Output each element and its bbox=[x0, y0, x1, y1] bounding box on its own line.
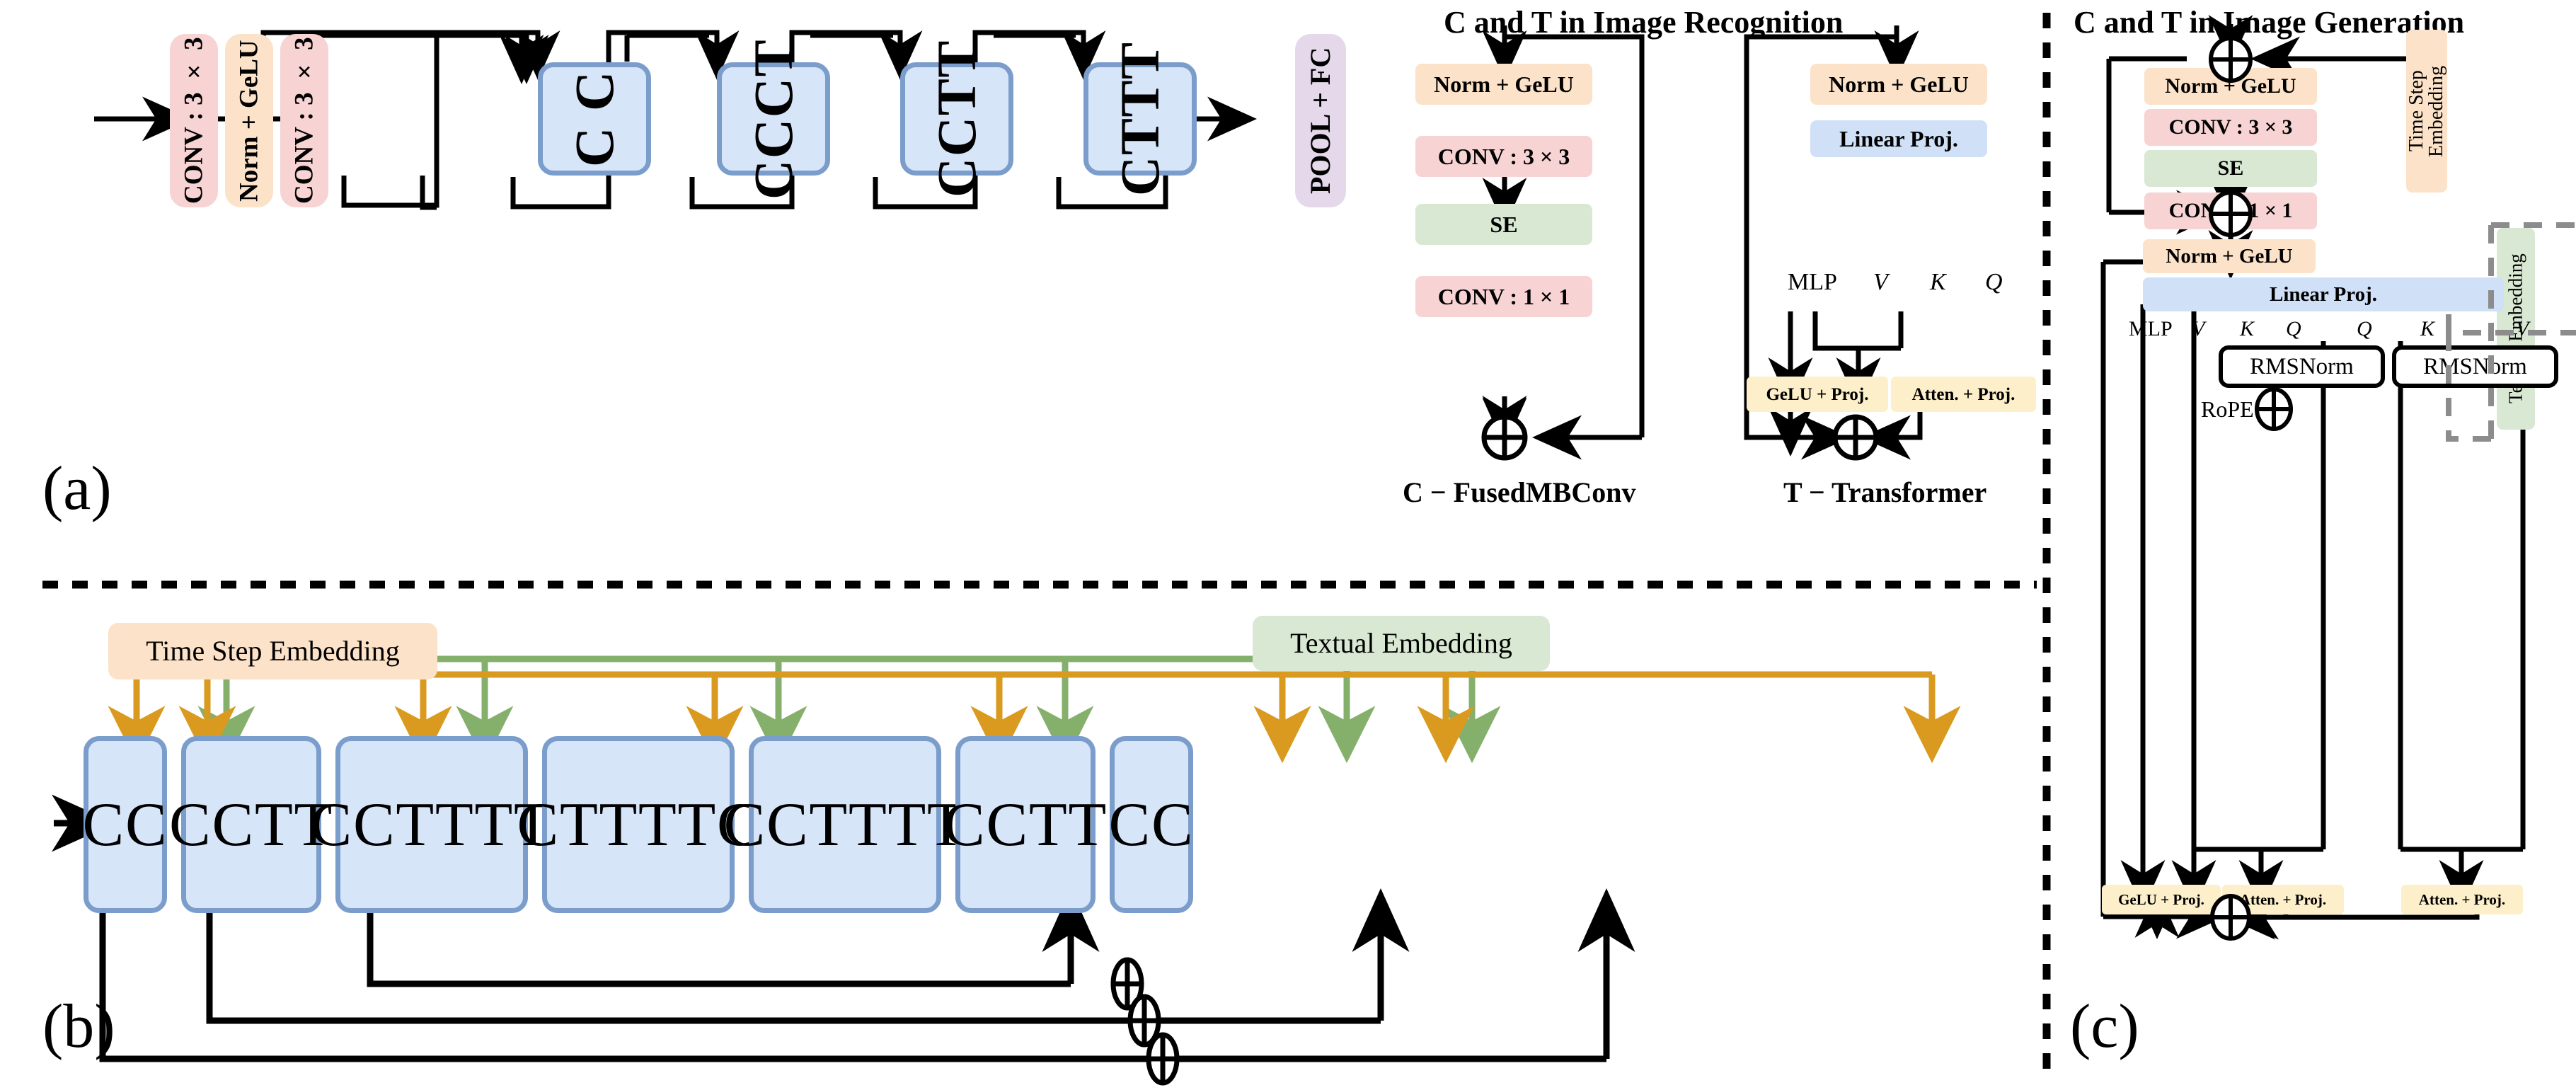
figure-root: CONV : 3 × 3 Norm + GeLU CONV : 3 × 3 C … bbox=[0, 0, 2576, 1090]
generation-overlay-layer bbox=[2209, 36, 2576, 941]
cross-attn-group bbox=[2446, 330, 2576, 442]
